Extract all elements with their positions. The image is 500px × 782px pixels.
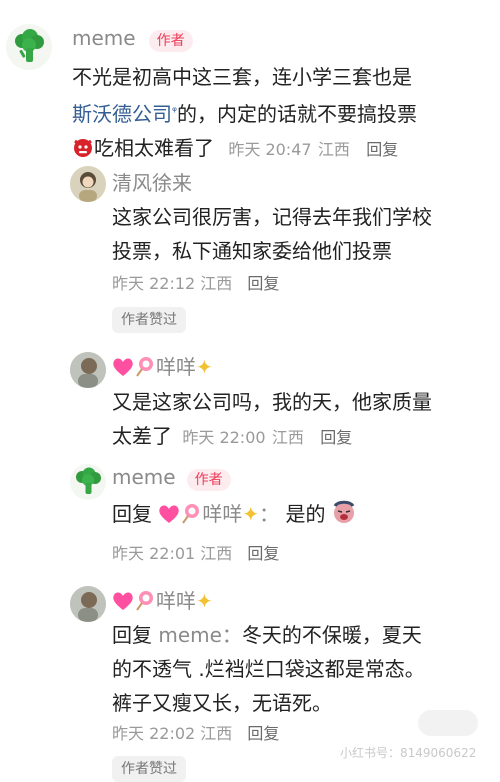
comment-time: 昨天 20:47 (228, 140, 312, 159)
broccoli-icon (15, 29, 44, 62)
comment-text-line: 不光是初高中这三套，连小学三套也是 (72, 65, 412, 89)
comment-time: 昨天 22:12 (112, 274, 196, 293)
comment-body: 又是这家公司吗，我的天，他家质量 太差了 昨天 22:00 江西 回复 (112, 385, 497, 455)
heart-icon (113, 592, 133, 610)
crying-face-icon (333, 500, 355, 523)
comment-text-line: 又是这家公司吗，我的天，他家质量 (112, 390, 432, 414)
comment-text-line: 太差了 昨天 22:00 江西 回复 (112, 419, 497, 455)
comment-body: 回复 咩咩✦： 是的 (112, 497, 497, 531)
username[interactable]: 清风徐来 (112, 171, 192, 195)
comment-header: 咩咩✦ (112, 589, 213, 613)
angry-face-icon (74, 139, 92, 157)
comment-time: 昨天 22:02 (112, 724, 196, 743)
reply-button[interactable]: 回复 (247, 724, 279, 743)
user-photo-avatar (70, 586, 106, 622)
reply-button[interactable]: 回复 (247, 274, 279, 293)
avatar[interactable] (70, 166, 106, 202)
author-badge: 作者 (186, 468, 231, 491)
lollipop-icon (136, 591, 153, 611)
username[interactable]: 咩咩 (156, 589, 196, 613)
comment-body: 不光是初高中这三套，连小学三套也是 斯沃德公司ᵠ的，内定的话就不要搞投票 吃相太… (72, 60, 497, 167)
comment-text-line: 回复 meme：冬天的不保暖，夏天 (112, 618, 497, 652)
comment-location: 江西 (200, 724, 233, 743)
comment-location: 江西 (200, 274, 233, 293)
avatar[interactable] (70, 586, 106, 622)
user-photo-avatar (70, 352, 106, 388)
avatar[interactable] (70, 464, 106, 500)
comment-meta: 昨天 22:12 江西 回复 (112, 270, 279, 294)
comment-text-fragment: 冬天的不保暖，夏天 (241, 623, 422, 647)
author-badge: 作者 (148, 29, 193, 52)
comment-text-line: 斯沃德公司ᵠ的，内定的话就不要搞投票 (72, 94, 497, 131)
comment-time: 昨天 22:00 (182, 428, 266, 447)
company-link[interactable]: 斯沃德公司 (72, 102, 172, 126)
comment-meta: 昨天 22:02 江西 回复 (112, 720, 279, 744)
username[interactable]: meme (72, 26, 136, 50)
reply-prefix: 回复 (112, 502, 152, 526)
comment-location: 江西 (271, 428, 304, 447)
comment-body: 回复 meme：冬天的不保暖，夏天 的不透气 .烂裆烂口袋这都是常态。 裤子又瘦… (112, 618, 497, 720)
comment-text-line: 这家公司很厉害，记得去年我们学校 (112, 205, 432, 229)
comment-text-fragment: 太差了 (112, 424, 172, 448)
comment-text-fragment: 吃相太难看了 (94, 136, 214, 160)
username[interactable]: 咩咩 (156, 355, 196, 379)
lollipop-icon (136, 357, 153, 377)
sparkle-icon: ✦ (242, 502, 260, 526)
avatar[interactable] (6, 24, 52, 70)
reply-button[interactable]: 回复 (366, 140, 398, 159)
comment-header: meme 作者 (72, 26, 193, 52)
sparkle-icon: ✦ (196, 355, 213, 379)
author-liked-chip: 作者赞过 (112, 756, 186, 782)
comment-text-line: 吃相太难看了 昨天 20:47 江西 回复 (72, 131, 497, 167)
reply-prefix: 回复 (112, 623, 152, 647)
comment-text-line: 投票，私下通知家委给他们投票 (112, 239, 392, 263)
reply-to-username[interactable]: meme： (158, 623, 242, 647)
heart-icon (159, 505, 180, 523)
user-photo-avatar (70, 166, 106, 202)
comment-location: 江西 (317, 140, 350, 159)
author-liked-chip: 作者赞过 (112, 307, 186, 333)
heart-icon (113, 358, 133, 376)
sparkle-icon: ✦ (196, 589, 213, 613)
watermark-logo (418, 710, 478, 736)
comment-location: 江西 (200, 544, 233, 563)
comment-time: 昨天 22:01 (112, 544, 196, 563)
avatar[interactable] (70, 352, 106, 388)
broccoli-icon (76, 467, 101, 494)
username[interactable]: meme (112, 465, 176, 489)
comment-header: 咩咩✦ (112, 355, 213, 379)
comment-text-line: 的不透气 .烂裆烂口袋这都是常态。 (112, 657, 425, 681)
comment-text-fragment: 是的 (285, 502, 326, 526)
reply-to-username[interactable]: 咩咩 (202, 502, 242, 526)
comment-text-fragment: 的，内定的话就不要搞投票 (177, 102, 417, 126)
reply-button[interactable]: 回复 (320, 428, 352, 447)
reply-button[interactable]: 回复 (247, 544, 279, 563)
comment-meta: 昨天 22:01 江西 回复 (112, 540, 279, 564)
watermark-text: 小红书号：8149060622 (340, 746, 477, 760)
lollipop-icon (182, 504, 200, 524)
comment-body: 这家公司很厉害，记得去年我们学校 投票，私下通知家委给他们投票 (112, 200, 497, 268)
comment-header: meme 作者 (112, 465, 231, 491)
